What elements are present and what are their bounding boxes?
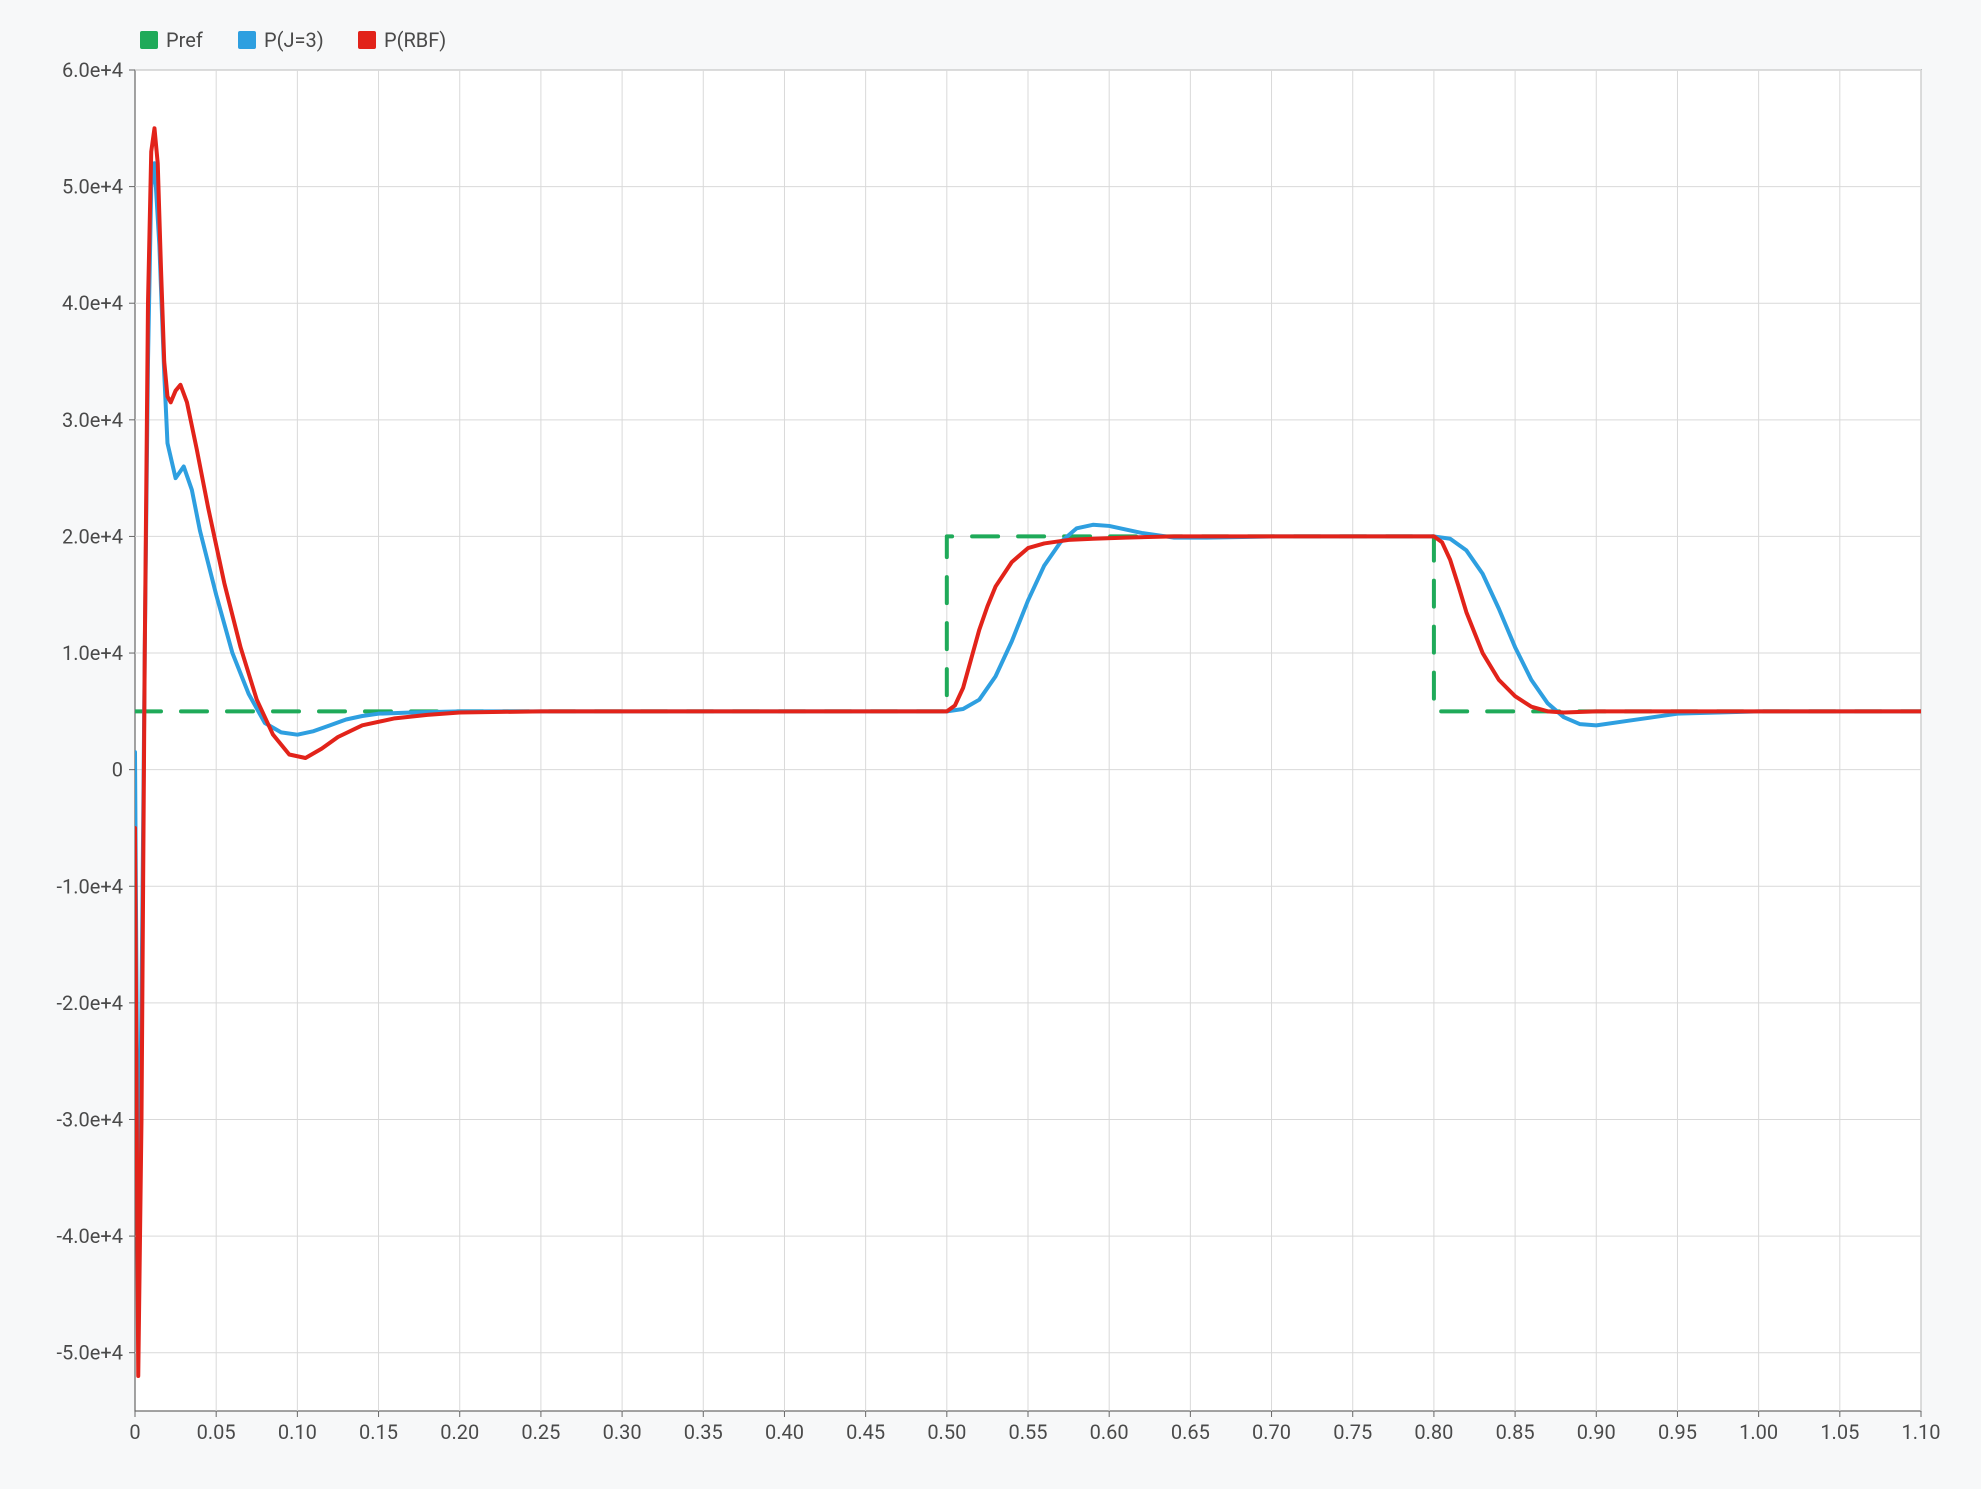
y-tick-label: -3.0e+4	[57, 1107, 123, 1131]
y-tick-label: -2.0e+4	[57, 991, 123, 1015]
x-tick-label: 0.65	[1171, 1420, 1210, 1444]
y-tick-label: -1.0e+4	[57, 874, 123, 898]
x-tick-label: 0.20	[440, 1420, 479, 1444]
line-chart: -5.0e+4 -4.0e+4 -3.0e+4 -2.0e+4 -1.0e+4 0 1.0e…	[40, 15, 1941, 1459]
x-tick-label: 0.85	[1496, 1420, 1535, 1444]
x-tick-label: 0.45	[846, 1420, 885, 1444]
y-tick-label: 6.0e+4	[62, 58, 123, 82]
x-tick-label: 0.05	[197, 1420, 236, 1444]
x-tick-label: 0.80	[1414, 1420, 1453, 1444]
legend: Pref P(J=3) P(RBF)	[140, 28, 446, 52]
x-tick-label: 0.35	[684, 1420, 723, 1444]
x-tick-label: 1.05	[1820, 1420, 1859, 1444]
x-tick-label: 0.30	[603, 1420, 642, 1444]
y-tick-label: 4.0e+4	[62, 291, 123, 315]
y-tick-label: 1.0e+4	[62, 641, 123, 665]
plot-holder: -5.0e+4 -4.0e+4 -3.0e+4 -2.0e+4 -1.0e+4 0 1.0e…	[40, 15, 1941, 1459]
x-tick-label: 0.60	[1090, 1420, 1129, 1444]
y-tick-label: -4.0e+4	[57, 1224, 123, 1248]
y-tick-label: -5.0e+4	[57, 1341, 123, 1365]
legend-label: Pref	[166, 28, 203, 52]
x-tick-label: 1.00	[1739, 1420, 1778, 1444]
x-tick-label: 1.10	[1902, 1420, 1941, 1444]
y-tick-label: 0	[112, 758, 123, 782]
legend-label: P(RBF)	[384, 28, 446, 52]
legend-swatch	[238, 31, 256, 49]
y-tick-label: 3.0e+4	[62, 408, 123, 432]
chart-frame: -5.0e+4 -4.0e+4 -3.0e+4 -2.0e+4 -1.0e+4 0 1.0e…	[0, 0, 1981, 1489]
y-tick-label: 5.0e+4	[62, 175, 123, 199]
legend-swatch	[358, 31, 376, 49]
x-tick-label: 0.10	[278, 1420, 317, 1444]
x-tick-label: 0.40	[765, 1420, 804, 1444]
x-tick-label: 0.15	[359, 1420, 398, 1444]
legend-swatch	[140, 31, 158, 49]
x-tick-label: 0.25	[521, 1420, 560, 1444]
x-tick-label: 0.95	[1658, 1420, 1697, 1444]
x-tick-label: 0.55	[1009, 1420, 1048, 1444]
x-tick-label: 0.70	[1252, 1420, 1291, 1444]
legend-label: P(J=3)	[264, 28, 324, 52]
x-tick-label: 0.50	[927, 1420, 966, 1444]
x-tick-label: 0	[129, 1420, 140, 1444]
x-tick-label: 0.90	[1577, 1420, 1616, 1444]
y-tick-label: 2.0e+4	[62, 524, 123, 548]
x-tick-label: 0.75	[1333, 1420, 1372, 1444]
